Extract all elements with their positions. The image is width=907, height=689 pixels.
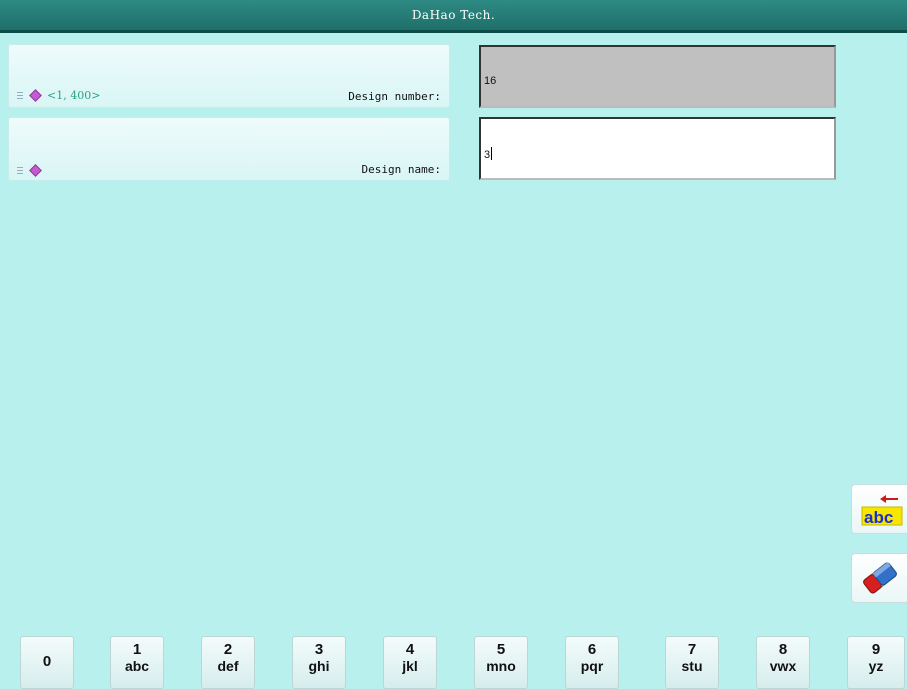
key-1[interactable]: 1 abc — [110, 636, 164, 689]
key-letters: pqr — [580, 658, 604, 674]
design-name-label: Design name: — [361, 163, 441, 176]
design-number-label: Design number: — [348, 90, 441, 103]
design-number-label-panel: <1, 400> Design number: — [8, 44, 450, 108]
clear-button[interactable] — [851, 553, 907, 603]
design-name-value: 3 — [484, 149, 491, 161]
key-digit: 4 — [405, 641, 415, 658]
key-digit: 8 — [778, 641, 788, 658]
backspace-abc-icon: abc — [861, 495, 902, 527]
design-number-field[interactable]: 16 — [479, 45, 836, 108]
design-number-range: <1, 400> — [47, 89, 101, 102]
key-letters: stu — [681, 658, 703, 674]
key-letters: jkl — [402, 658, 418, 674]
key-2[interactable]: 2 def — [201, 636, 255, 689]
numeric-keypad: 0 1 abc 2 def 3 ghi 4 jkl 5 mno 6 pqr 7 … — [0, 636, 907, 689]
key-digit: 2 — [223, 641, 233, 658]
key-digit: 7 — [687, 641, 697, 658]
key-4[interactable]: 4 jkl — [383, 636, 437, 689]
abc-text: abc — [864, 508, 893, 527]
eraser-icon — [862, 561, 897, 594]
key-6[interactable]: 6 pqr — [565, 636, 619, 689]
key-letters: mno — [486, 658, 516, 674]
key-digit: 1 — [132, 641, 142, 658]
key-letters: vwx — [769, 658, 797, 674]
key-letters: yz — [868, 658, 884, 674]
key-digit: 0 — [42, 653, 52, 670]
design-name-hint — [17, 164, 43, 177]
key-digit: 3 — [314, 641, 324, 658]
key-7[interactable]: 7 stu — [665, 636, 719, 689]
design-number-hint: <1, 400> — [17, 89, 100, 102]
key-letters: abc — [124, 658, 150, 674]
list-lines-icon — [17, 92, 23, 99]
key-letters: ghi — [308, 658, 330, 674]
app-title: DaHao Tech. — [411, 8, 496, 22]
gem-icon — [29, 89, 42, 102]
key-digit: 6 — [587, 641, 597, 658]
key-5[interactable]: 5 mno — [474, 636, 528, 689]
design-number-value: 16 — [484, 75, 497, 87]
design-name-field[interactable]: 3 — [479, 117, 836, 180]
text-caret — [491, 147, 493, 160]
key-3[interactable]: 3 ghi — [292, 636, 346, 689]
title-bar: DaHao Tech. — [0, 0, 907, 33]
key-digit: 9 — [871, 641, 881, 658]
gem-icon — [29, 164, 42, 177]
key-8[interactable]: 8 vwx — [756, 636, 810, 689]
backspace-button[interactable]: abc — [851, 484, 907, 534]
design-name-label-panel: Design name: — [8, 117, 450, 181]
key-digit: 5 — [496, 641, 506, 658]
list-lines-icon — [17, 167, 23, 174]
key-9[interactable]: 9 yz — [847, 636, 905, 689]
key-letters: def — [217, 658, 239, 674]
key-0[interactable]: 0 — [20, 636, 74, 689]
